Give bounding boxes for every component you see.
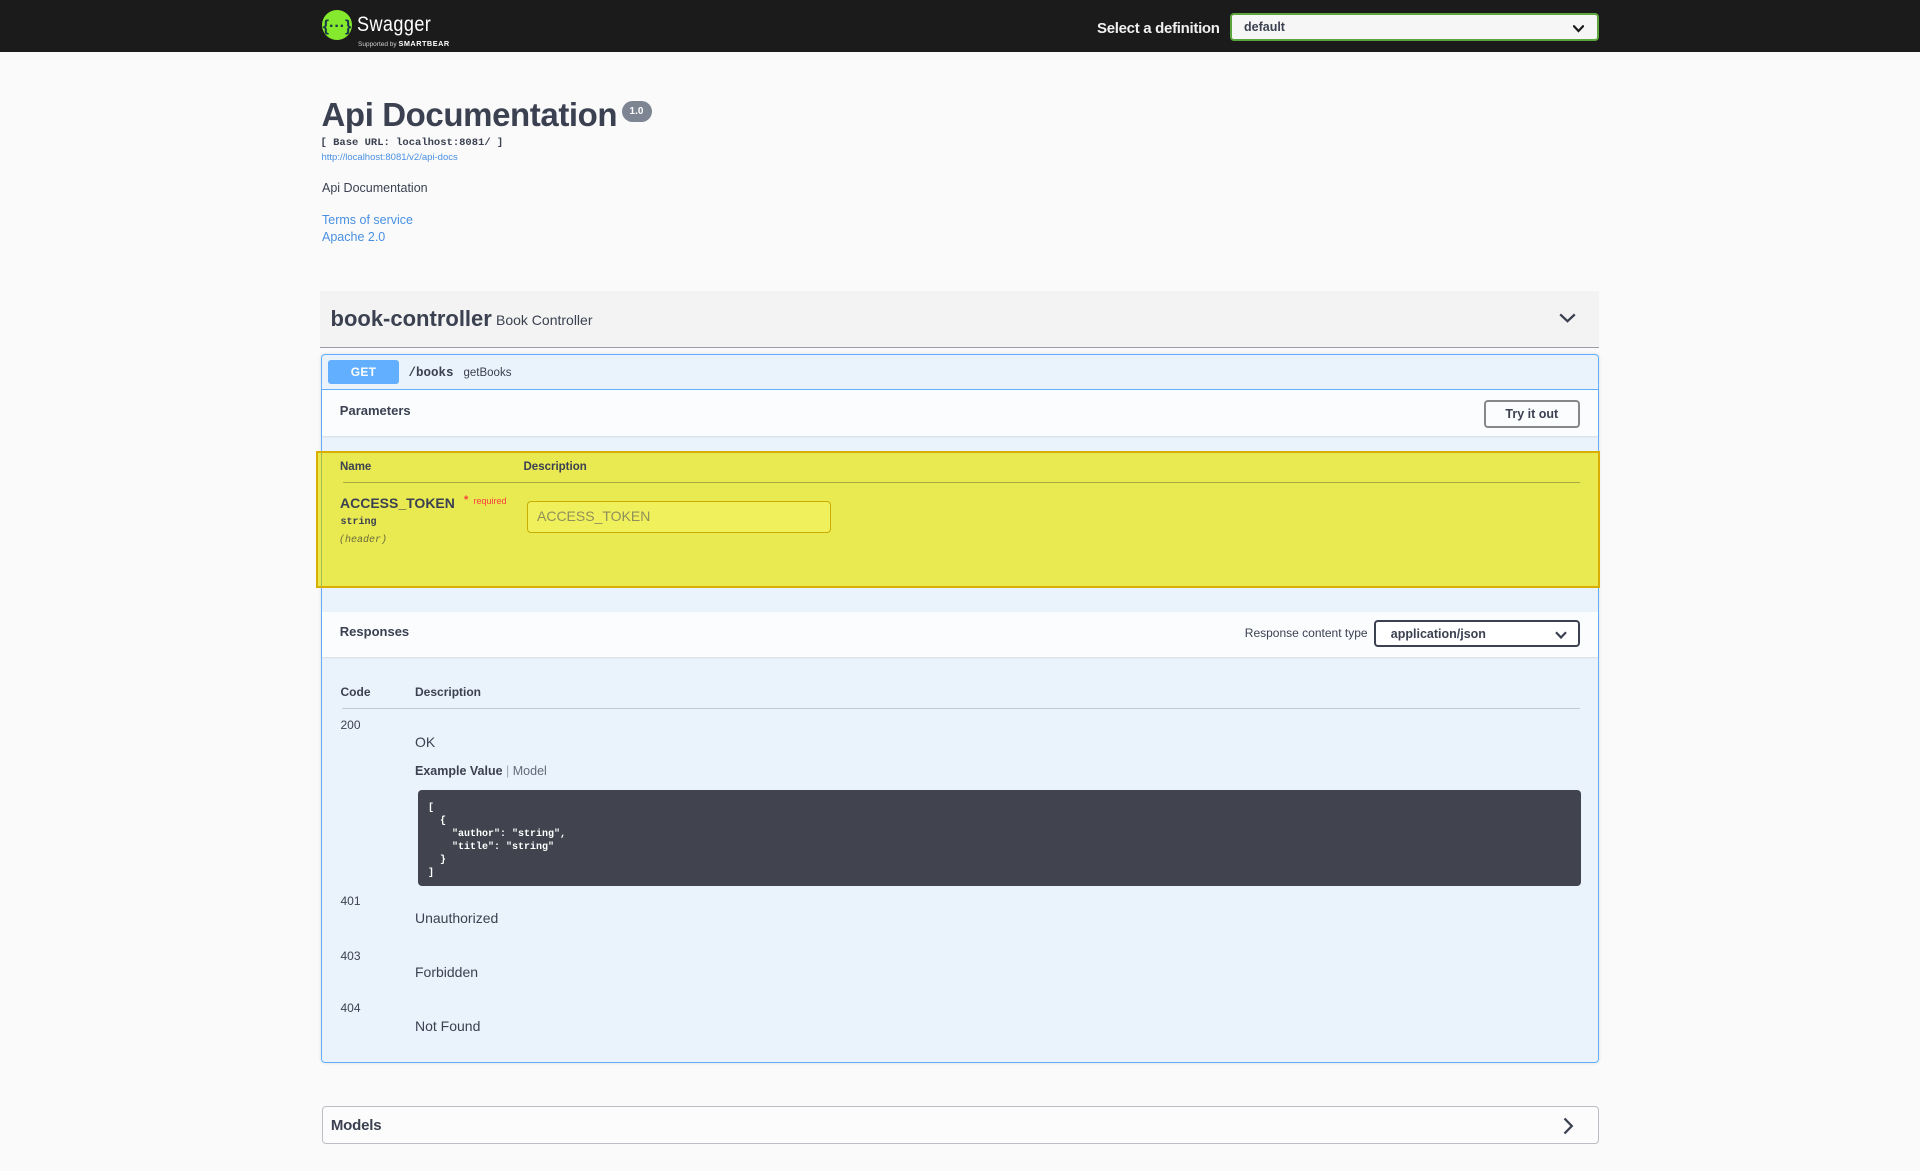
- svg-text:{···}: {···}: [323, 18, 351, 35]
